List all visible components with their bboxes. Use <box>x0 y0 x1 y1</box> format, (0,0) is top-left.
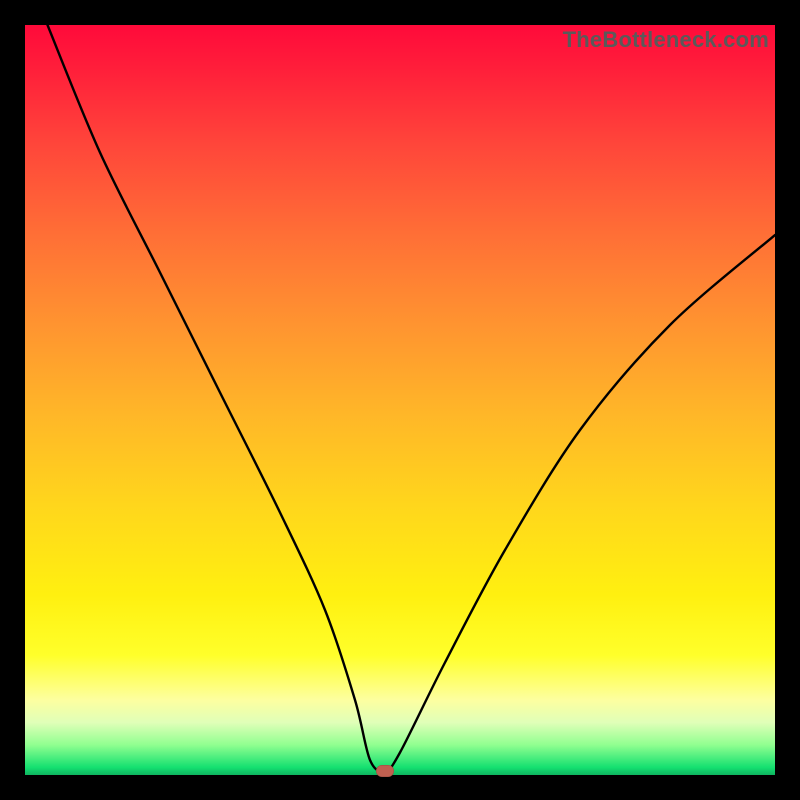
optimal-point-marker <box>376 765 394 777</box>
curve-path <box>48 25 776 772</box>
chart-plot-area: TheBottleneck.com <box>25 25 775 775</box>
bottleneck-curve <box>25 25 775 775</box>
